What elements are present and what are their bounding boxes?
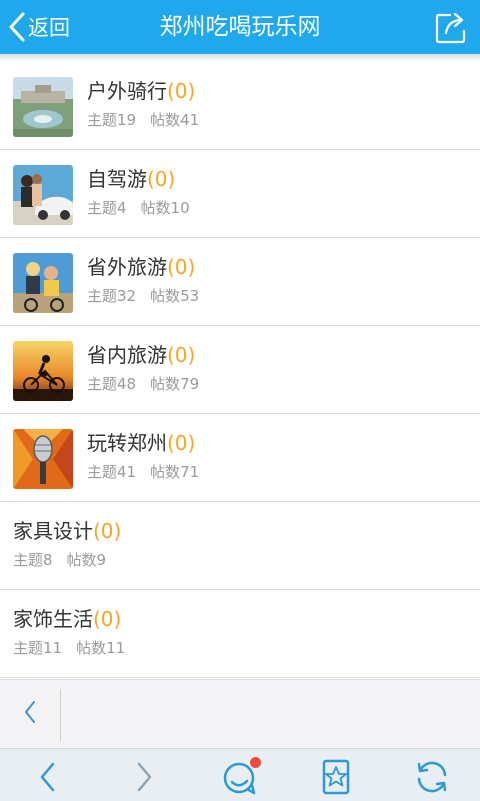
- topic-count: 主题41: [87, 463, 137, 481]
- app-header: 返回 郑州吃喝玩乐网: [0, 0, 480, 54]
- topic-count: 主题11: [13, 639, 63, 657]
- notification-dot: [250, 757, 261, 768]
- forum-row-furniture-design[interactable]: 家具设计(0) 主题8 帖数9: [0, 502, 480, 590]
- topic-count: 主题8: [13, 551, 53, 569]
- forum-list: 户外骑行(0) 主题19 帖数41 自驾游(0) 主题4 帖数10 省外旅游(0…: [0, 62, 480, 678]
- page-title: 郑州吃喝玩乐网: [159, 14, 321, 40]
- park-fountain-photo: [13, 77, 73, 137]
- forum-new-count: (0): [167, 343, 196, 367]
- toolbar-back-button[interactable]: [28, 757, 68, 797]
- post-count: 帖数41: [150, 111, 200, 129]
- cyclists-on-bikes-photo: [13, 253, 73, 313]
- back-label: 返回: [28, 16, 70, 40]
- sunset-cyclist-photo: [13, 341, 73, 401]
- forum-name: 省内旅游: [87, 343, 167, 367]
- post-count: 帖数9: [66, 551, 107, 569]
- forum-row-self-drive[interactable]: 自驾游(0) 主题4 帖数10: [0, 150, 480, 238]
- couple-by-car-photo: [13, 165, 73, 225]
- topic-count: 主题19: [87, 111, 137, 129]
- forum-name: 玩转郑州: [87, 431, 167, 455]
- share-icon: [434, 12, 470, 49]
- share-button[interactable]: [434, 9, 470, 45]
- forum-name: 家具设计: [13, 519, 93, 543]
- post-count: 帖数79: [150, 375, 200, 393]
- forum-name: 省外旅游: [87, 255, 167, 279]
- forum-name: 自驾游: [87, 167, 147, 191]
- header-shadow: [0, 54, 480, 62]
- forum-row-in-province-travel[interactable]: 省内旅游(0) 主题48 帖数79: [0, 326, 480, 414]
- forum-row-outdoor-cycling[interactable]: 户外骑行(0) 主题19 帖数41: [0, 62, 480, 150]
- toolbar-forward-button[interactable]: [124, 757, 164, 797]
- pager-back-button[interactable]: [0, 680, 60, 748]
- forum-new-count: (0): [167, 431, 196, 455]
- forum-new-count: (0): [93, 607, 122, 631]
- forum-row-home-decor-life[interactable]: 家饰生活(0) 主题11 帖数11: [0, 590, 480, 678]
- forward-icon: [124, 757, 164, 797]
- bookmark-star-icon: [316, 757, 356, 797]
- toolbar-chat-button[interactable]: [220, 757, 261, 797]
- back-icon: [28, 757, 68, 797]
- forum-name: 户外骑行: [87, 79, 167, 103]
- forum-new-count: (0): [147, 167, 176, 191]
- toolbar-bookmark-button[interactable]: [316, 757, 356, 797]
- refresh-icon: [412, 757, 452, 797]
- forum-new-count: (0): [167, 79, 196, 103]
- pager-bar: [0, 679, 480, 748]
- chevron-left-icon: [22, 699, 38, 729]
- topic-count: 主题32: [87, 287, 137, 305]
- forum-new-count: (0): [167, 255, 196, 279]
- post-count: 帖数11: [76, 639, 126, 657]
- toolbar-refresh-button[interactable]: [412, 757, 452, 797]
- forum-row-out-of-province-travel[interactable]: 省外旅游(0) 主题32 帖数53: [0, 238, 480, 326]
- pager-divider: [60, 689, 61, 741]
- browser-toolbar: [0, 748, 480, 801]
- post-count: 帖数53: [150, 287, 200, 305]
- post-count: 帖数10: [140, 199, 190, 217]
- back-button[interactable]: 返回: [8, 8, 70, 46]
- forum-new-count: (0): [93, 519, 122, 543]
- topic-count: 主题48: [87, 375, 137, 393]
- forum-name: 家饰生活: [13, 607, 93, 631]
- topic-count: 主题4: [87, 199, 127, 217]
- chevron-left-icon: [8, 12, 26, 42]
- microphone-photo: [13, 429, 73, 489]
- forum-row-explore-zhengzhou[interactable]: 玩转郑州(0) 主题41 帖数71: [0, 414, 480, 502]
- post-count: 帖数71: [150, 463, 200, 481]
